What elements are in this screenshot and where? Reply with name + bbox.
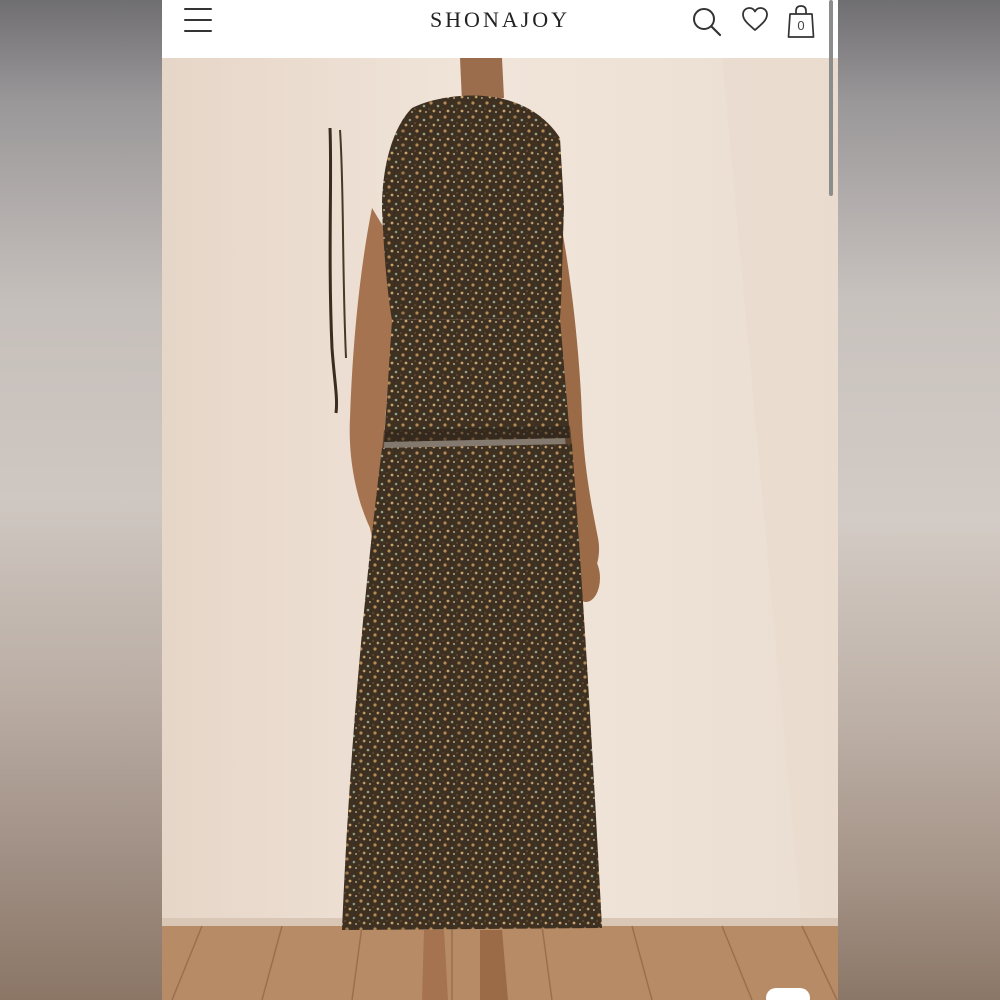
wishlist-button[interactable] [740, 4, 770, 34]
phone-screen: SHONAJOY 0 [162, 0, 838, 1000]
product-photo-illustration [162, 58, 838, 1000]
shopping-bag-button[interactable]: 0 [786, 4, 816, 40]
bag-count-badge: 0 [797, 18, 805, 33]
product-image[interactable] [162, 58, 838, 1000]
blurred-backdrop-right [838, 0, 1000, 1000]
search-icon [693, 8, 722, 37]
site-header: SHONAJOY 0 [162, 0, 838, 58]
brand-logo[interactable]: SHONAJOY [162, 7, 838, 33]
heart-icon [742, 7, 768, 31]
scrollbar[interactable] [829, 0, 833, 196]
blurred-backdrop-left [0, 0, 162, 1000]
search-button[interactable] [690, 4, 724, 38]
home-indicator [766, 988, 810, 1000]
